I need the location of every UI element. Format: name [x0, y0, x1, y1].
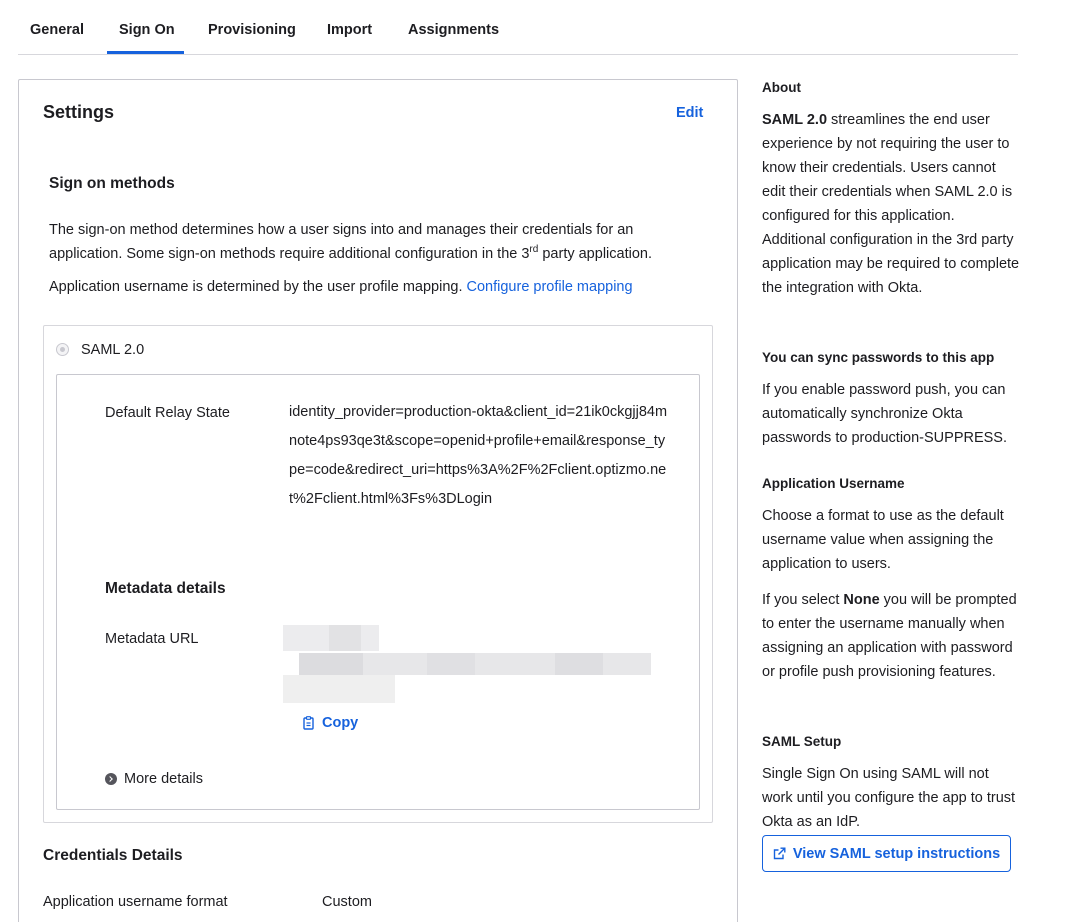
credentials-details-title: Credentials Details	[43, 847, 183, 864]
relay-state-value: identity_provider=production-okta&client…	[289, 404, 668, 507]
saml-setup-text: Single Sign On using SAML will not work …	[762, 766, 1016, 830]
about-body: streamlines the end user experience by n…	[762, 112, 1020, 296]
username-text: Choose a format to use as the default us…	[762, 508, 1004, 572]
saml-radio[interactable]	[56, 343, 69, 356]
tab-sign-on[interactable]: Sign On	[119, 22, 175, 38]
metadata-url-label: Metadata URL	[105, 631, 199, 647]
tab-assignments[interactable]: Assignments	[408, 22, 499, 38]
relay-state-label: Default Relay State	[105, 405, 230, 421]
username-format-value: Custom	[322, 894, 372, 910]
sync-text: If you enable password push, you can aut…	[762, 382, 1007, 446]
view-saml-setup-button[interactable]: View SAML setup instructions	[762, 835, 1011, 872]
tab-import[interactable]: Import	[327, 22, 372, 38]
active-tab-indicator	[107, 51, 184, 54]
metadata-url-redacted	[283, 625, 653, 707]
about-title: About	[762, 80, 801, 95]
copy-button[interactable]: Copy	[303, 715, 358, 731]
chevron-right-circle-icon	[105, 773, 117, 785]
about-bold: SAML 2.0	[762, 112, 828, 128]
view-saml-setup-label: View SAML setup instructions	[792, 845, 1001, 862]
copy-label: Copy	[322, 715, 359, 731]
username-title: Application Username	[762, 476, 905, 491]
saml-method-box: SAML 2.0 Default Relay State identity_pr…	[43, 325, 713, 823]
tab-bar: General Sign On Provisioning Import Assi…	[18, 0, 1018, 55]
tab-provisioning[interactable]: Provisioning	[208, 22, 296, 38]
edit-button[interactable]: Edit	[676, 105, 703, 121]
username-format-label: Application username format	[43, 894, 228, 910]
configure-profile-mapping-link[interactable]: Configure profile mapping	[467, 279, 633, 295]
username-mapping-text: Application username is determined by th…	[49, 279, 463, 295]
saml-label: SAML 2.0	[81, 342, 145, 358]
sync-title: You can sync passwords to this app	[762, 350, 995, 365]
sign-on-methods-title: Sign on methods	[49, 175, 175, 192]
sign-on-methods-description: The sign-on method determines how a user…	[49, 218, 709, 266]
username-mapping-line: Application username is determined by th…	[49, 279, 633, 295]
clipboard-icon	[303, 716, 314, 730]
username-none-bold: None	[843, 592, 880, 608]
description-superscript: rd	[529, 244, 539, 255]
external-link-icon	[773, 847, 786, 860]
about-text: SAML 2.0 streamlines the end user experi…	[762, 108, 1020, 300]
settings-panel: Settings Edit Sign on methods The sign-o…	[18, 79, 738, 922]
username-text-2: If you select None you will be prompted …	[762, 588, 1020, 684]
more-details-toggle[interactable]: More details	[105, 771, 203, 787]
more-details-label: More details	[124, 771, 203, 787]
metadata-details-title: Metadata details	[105, 580, 226, 597]
saml-setup-title: SAML Setup	[762, 734, 842, 749]
tab-general[interactable]: General	[30, 22, 84, 38]
saml-details-box: Default Relay State identity_provider=pr…	[56, 374, 700, 810]
description-text-end: party application.	[538, 246, 652, 262]
settings-title: Settings	[43, 102, 115, 122]
username-text-2-start: If you select	[762, 592, 844, 608]
